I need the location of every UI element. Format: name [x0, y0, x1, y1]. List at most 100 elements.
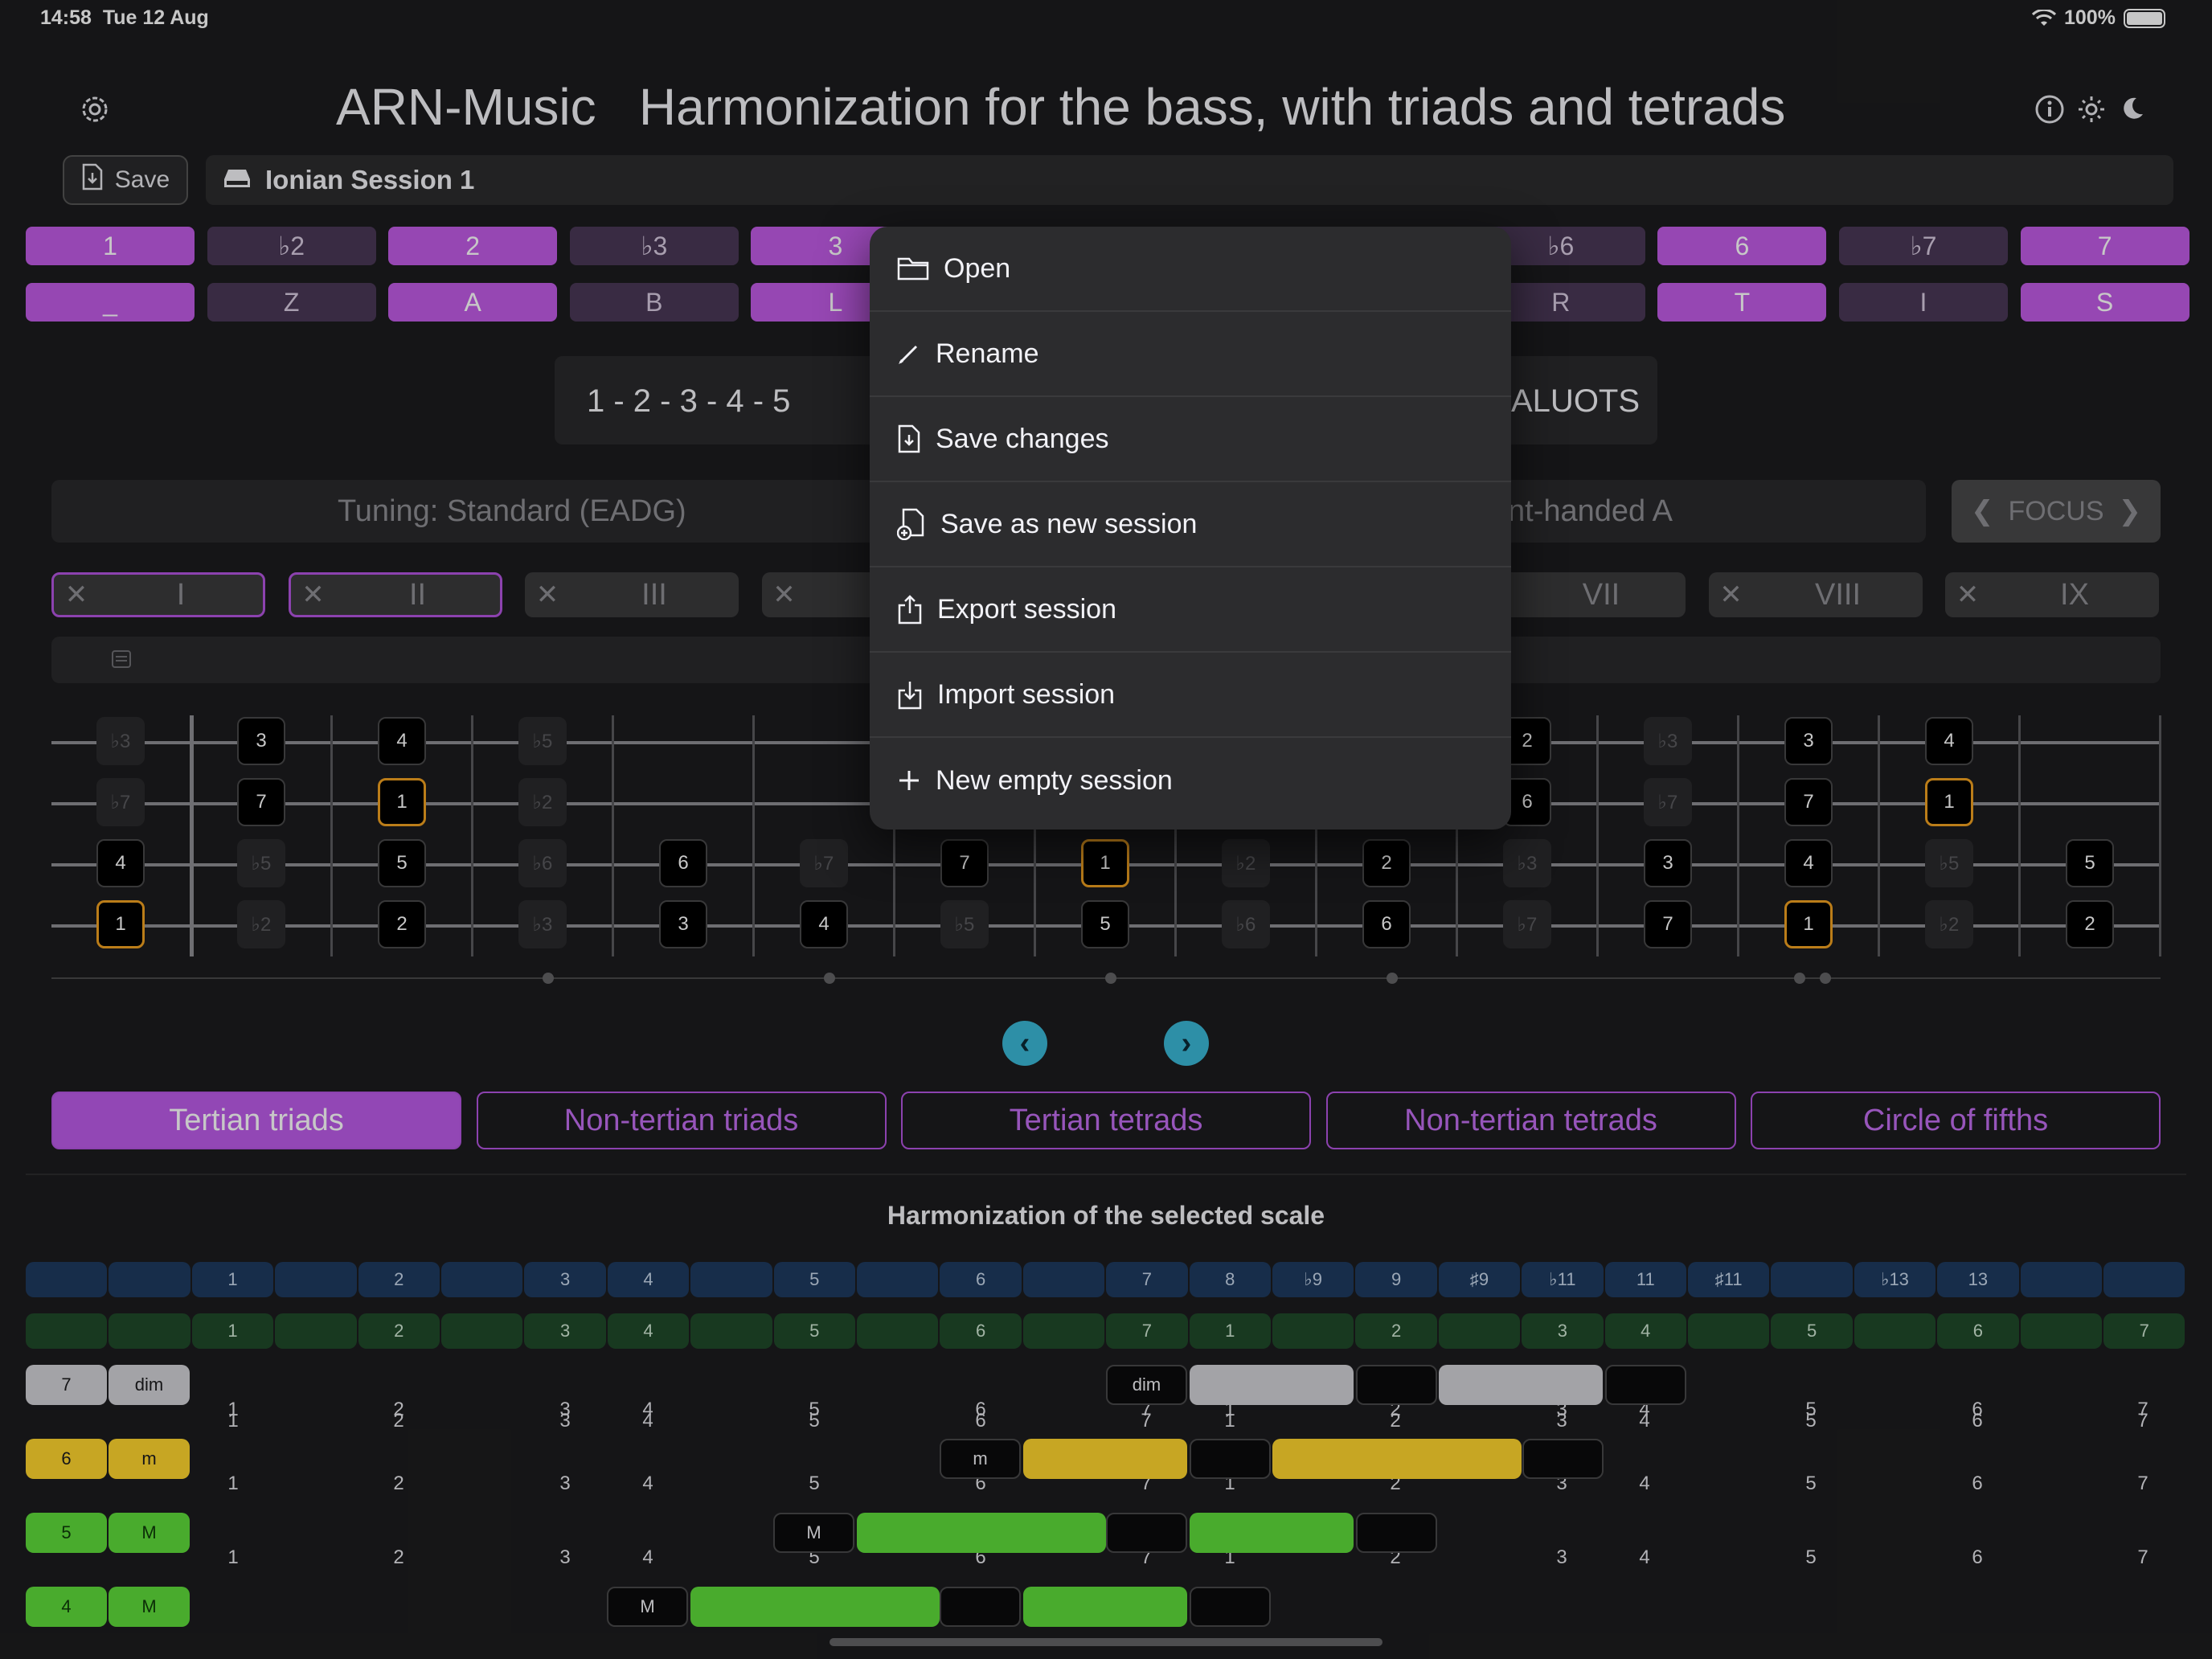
degree-toggle[interactable]: 1 [26, 227, 195, 265]
fret-note[interactable]: 1 [1081, 839, 1129, 887]
close-icon[interactable]: ✕ [1709, 579, 1754, 611]
degree-toggle[interactable]: ♭2 [207, 227, 376, 265]
position-chip[interactable]: ✕ I [51, 572, 265, 617]
fret-note[interactable]: 5 [2066, 839, 2114, 887]
menu-item-save-changes[interactable]: Save changes [870, 397, 1511, 482]
position-chip[interactable]: ✕ VIII [1708, 572, 1923, 617]
fret-note[interactable]: 1 [1784, 900, 1833, 948]
chevron-left-icon[interactable]: ❮ [1971, 495, 1994, 527]
info-icon[interactable] [2034, 93, 2066, 125]
degree-letter-toggle[interactable]: A [388, 283, 558, 322]
previous-button[interactable]: ‹ [1002, 1021, 1047, 1066]
fret-note[interactable]: 1 [1925, 778, 1973, 826]
menu-item-new-empty[interactable]: New empty session [870, 738, 1511, 823]
fret-note[interactable]: 6 [1362, 900, 1411, 948]
chord-quality: M [109, 1587, 190, 1627]
close-icon[interactable]: ✕ [291, 579, 336, 611]
fret-note[interactable]: 2 [378, 900, 426, 948]
fret-note[interactable]: 2 [2066, 900, 2114, 948]
fret-note[interactable]: ♭5 [518, 717, 567, 765]
fret-note[interactable]: 6 [659, 839, 707, 887]
position-chip[interactable]: ✕ II [288, 572, 502, 617]
degree-letter-toggle[interactable]: B [569, 283, 739, 322]
fret-note[interactable]: ♭3 [518, 900, 567, 948]
fret-note[interactable]: 7 [1644, 900, 1692, 948]
degree-toggle[interactable]: ♭7 [1839, 227, 2008, 265]
close-icon[interactable]: ✕ [525, 579, 570, 611]
fret-note[interactable]: 3 [237, 717, 285, 765]
fret-note[interactable]: 1 [96, 900, 145, 948]
fret-note[interactable]: ♭6 [518, 839, 567, 887]
fret-note[interactable]: 5 [1081, 900, 1129, 948]
fret-note[interactable]: 4 [378, 717, 426, 765]
degree-toggle[interactable]: 6 [1657, 227, 1827, 265]
fret-note[interactable]: ♭2 [1222, 839, 1270, 887]
fret-note[interactable]: 4 [1925, 717, 1973, 765]
fret-note[interactable]: 2 [1362, 839, 1411, 887]
settings-gear-icon[interactable] [77, 92, 113, 127]
fret-note[interactable]: 3 [1784, 717, 1833, 765]
fret-note[interactable]: 4 [1784, 839, 1833, 887]
menu-item-import[interactable]: Import session [870, 653, 1511, 738]
mode-tab[interactable]: Tertian triads [51, 1092, 461, 1149]
scale-number: 3 [559, 1473, 571, 1494]
fret-note[interactable]: ♭2 [1925, 900, 1973, 948]
close-icon[interactable]: ✕ [1945, 579, 1990, 611]
mode-tab[interactable]: Non-tertian tetrads [1325, 1092, 1736, 1149]
fret-note[interactable]: ♭7 [96, 778, 145, 826]
degree-letter-toggle[interactable]: T [1657, 283, 1827, 322]
fret-note[interactable]: ♭7 [1644, 778, 1692, 826]
fret-note[interactable]: 7 [940, 839, 989, 887]
fret-note[interactable]: ♭3 [96, 717, 145, 765]
fret-note[interactable]: ♭5 [940, 900, 989, 948]
light-mode-icon[interactable] [2077, 95, 2106, 124]
fret-note[interactable]: ♭6 [1222, 900, 1270, 948]
close-icon[interactable]: ✕ [762, 579, 807, 611]
fret-note[interactable]: ♭3 [1644, 717, 1692, 765]
mode-tab[interactable]: Circle of fifths [1751, 1092, 2161, 1149]
fret-note[interactable]: ♭7 [800, 839, 848, 887]
degree-toggle[interactable]: 2 [388, 227, 558, 265]
fret-note[interactable]: 7 [237, 778, 285, 826]
position-chip[interactable]: ✕ III [525, 572, 739, 617]
degree-letter-toggle[interactable]: _ [26, 283, 195, 322]
degree-toggle[interactable]: ♭3 [569, 227, 739, 265]
interval-cell [275, 1262, 357, 1297]
fret-note[interactable]: ♭2 [237, 900, 285, 948]
degree-cell: 7 [1106, 1313, 1188, 1349]
position-chip[interactable]: ✕ IX [1945, 572, 2159, 617]
close-icon[interactable]: ✕ [54, 579, 99, 611]
fret-note[interactable]: 3 [659, 900, 707, 948]
fret-note[interactable]: ♭5 [237, 839, 285, 887]
fret-note[interactable]: ♭3 [1503, 839, 1551, 887]
fret-note[interactable]: 4 [96, 839, 145, 887]
fret-note[interactable]: ♭5 [1925, 839, 1973, 887]
menu-item-rename[interactable]: Rename [870, 312, 1511, 397]
menu-item-open[interactable]: Open [870, 227, 1511, 312]
fret-note[interactable]: 5 [378, 839, 426, 887]
fret-wire [2159, 715, 2161, 956]
save-button[interactable]: Save [63, 155, 188, 205]
session-selector[interactable]: Ionian Session 1 [206, 155, 2173, 205]
degree-letter-toggle[interactable]: Z [207, 283, 376, 322]
menu-item-save-as-new[interactable]: Save as new session [870, 482, 1511, 567]
dark-mode-icon[interactable] [2119, 95, 2146, 122]
notes-icon[interactable] [111, 649, 132, 673]
fret-note[interactable]: 7 [1784, 778, 1833, 826]
degree-letter-toggle[interactable]: I [1839, 283, 2008, 322]
menu-item-label: Save as new session [940, 508, 1198, 539]
fret-note[interactable]: 1 [378, 778, 426, 826]
degree-letter-toggle[interactable]: S [2020, 283, 2189, 322]
fret-note[interactable]: ♭2 [518, 778, 567, 826]
fret-note[interactable]: 3 [1644, 839, 1692, 887]
mode-tab[interactable]: Non-tertian triads [476, 1092, 887, 1149]
menu-item-export[interactable]: Export session [870, 567, 1511, 653]
fret-note[interactable]: 4 [800, 900, 848, 948]
degree-toggle[interactable]: 7 [2020, 227, 2189, 265]
next-button[interactable]: › [1164, 1021, 1209, 1066]
chevron-right-icon[interactable]: ❯ [2119, 495, 2142, 527]
focus-control[interactable]: ❮ FOCUS ❯ [1952, 480, 2161, 543]
chord-tone-bar [1106, 1513, 1187, 1553]
fret-note[interactable]: ♭7 [1503, 900, 1551, 948]
mode-tab[interactable]: Tertian tetrads [901, 1092, 1311, 1149]
